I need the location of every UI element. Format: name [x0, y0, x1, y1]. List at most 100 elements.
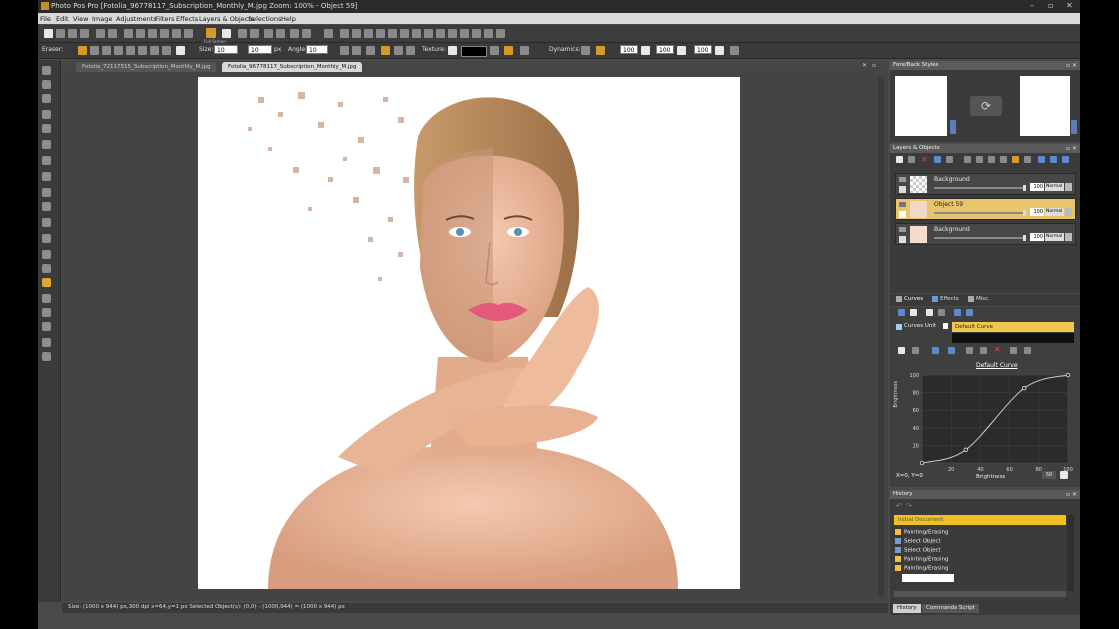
history-header-item[interactable]: Initial Document: [894, 515, 1066, 525]
tab-curves[interactable]: Curves: [904, 296, 923, 302]
duplicate-layer-icon[interactable]: [908, 156, 915, 163]
layer-lock-icon[interactable]: [899, 236, 906, 243]
brush-mode-icon[interactable]: [406, 46, 415, 55]
magnify-tool-icon[interactable]: [42, 352, 51, 361]
image-canvas[interactable]: [198, 77, 740, 589]
curve-tool-2-icon[interactable]: [912, 347, 919, 354]
curve-info-icon[interactable]: [948, 347, 955, 354]
history-vertical-scrollbar[interactable]: [1067, 515, 1074, 591]
brightness-icon[interactable]: [352, 29, 361, 38]
close-icon[interactable]: ✕: [1066, 1, 1073, 10]
brush-circle-icon[interactable]: [90, 46, 99, 55]
smudge-tool-icon[interactable]: [42, 308, 51, 317]
align-left-icon[interactable]: [340, 46, 349, 55]
pencil-mode-icon[interactable]: [381, 46, 390, 55]
layers-icon[interactable]: [324, 29, 333, 38]
pointer-tool-icon[interactable]: [42, 66, 51, 75]
swap-styles-icon[interactable]: ⟳: [970, 96, 1002, 116]
frame-icon[interactable]: [484, 29, 493, 38]
pencil-tool-icon[interactable]: [42, 294, 51, 303]
value-b-swatch[interactable]: [677, 46, 686, 55]
layer-props-icon[interactable]: [946, 156, 953, 163]
stamp-tool-icon[interactable]: [42, 250, 51, 259]
new-file-icon[interactable]: [44, 29, 53, 38]
history-current-item[interactable]: [902, 574, 954, 582]
group-icon[interactable]: [1000, 156, 1007, 163]
contrast-icon[interactable]: [412, 29, 421, 38]
fill-tool-icon[interactable]: [42, 188, 51, 197]
history-close-icon[interactable]: ▫ ✕: [1066, 490, 1077, 499]
value-a-input[interactable]: 100: [620, 45, 638, 54]
text-effect-icon[interactable]: [496, 29, 505, 38]
layer-lock-icon[interactable]: [899, 186, 906, 193]
curves-new-icon[interactable]: [898, 309, 905, 316]
invert-icon[interactable]: [448, 29, 457, 38]
auto-fix-icon[interactable]: [460, 29, 469, 38]
curves-delete-icon[interactable]: [938, 309, 945, 316]
zoom-in-icon[interactable]: [238, 29, 247, 38]
dynamics-icon[interactable]: [581, 46, 590, 55]
curve-invert-icon[interactable]: [966, 347, 973, 354]
line-icon[interactable]: [520, 46, 529, 55]
flip-icon[interactable]: [290, 29, 299, 38]
close-tab-icon[interactable]: ✕: [862, 62, 867, 69]
history-item[interactable]: Select Object: [895, 538, 941, 545]
hand-tool-icon[interactable]: [42, 80, 51, 89]
panel-close-icon[interactable]: ▫ ✕: [1066, 61, 1077, 70]
curve-channel-icon[interactable]: [932, 347, 939, 354]
tab-misc[interactable]: Misc.: [976, 296, 990, 302]
layer-opacity-slider[interactable]: [934, 185, 1026, 191]
layer-visibility-icon[interactable]: [899, 227, 906, 232]
curve-reset-icon[interactable]: [980, 347, 987, 354]
open-folder-icon[interactable]: [56, 29, 65, 38]
brush-tool-icon[interactable]: [42, 264, 51, 273]
maximize-icon[interactable]: ▫: [1048, 1, 1053, 10]
tab-effects[interactable]: Effects: [940, 296, 959, 302]
full-screen-button[interactable]: [206, 28, 216, 38]
history-item[interactable]: Painting/Erasing: [895, 556, 948, 563]
redo-icon[interactable]: [108, 29, 117, 38]
layer-row[interactable]: Background 100 Normal: [895, 223, 1076, 245]
rotate-left-icon[interactable]: [264, 29, 273, 38]
hue-icon[interactable]: [376, 29, 385, 38]
blend-dropdown-icon[interactable]: [1065, 233, 1072, 241]
mask-icon[interactable]: [976, 156, 983, 163]
magic-wand-tool-icon[interactable]: [42, 140, 51, 149]
cut-layer-icon[interactable]: [988, 156, 995, 163]
save-icon[interactable]: [68, 29, 77, 38]
layer-row[interactable]: Background 100 Normal: [895, 173, 1076, 195]
curve-graph[interactable]: 20406080100 20 40 60 80 100: [904, 371, 1076, 481]
align-center-icon[interactable]: [352, 46, 361, 55]
blur-icon[interactable]: [400, 29, 409, 38]
undo-icon[interactable]: [96, 29, 105, 38]
history-undo-icon[interactable]: ↶: [896, 502, 902, 510]
eraser-tool-icon[interactable]: [78, 46, 87, 55]
curve-tool-1-icon[interactable]: [898, 347, 905, 354]
transform-icon[interactable]: [184, 29, 193, 38]
tab-history[interactable]: History: [893, 604, 921, 613]
select-tool-icon[interactable]: [42, 110, 51, 119]
layer-visibility-icon[interactable]: [899, 202, 906, 207]
menu-layers-objects[interactable]: Layers & Objects: [199, 15, 254, 23]
paste-icon[interactable]: [148, 29, 157, 38]
layer-opacity[interactable]: 100: [1030, 208, 1044, 216]
value-a-swatch[interactable]: [641, 46, 650, 55]
layers-close-icon[interactable]: ▫ ✕: [1066, 144, 1077, 153]
sharpen-icon[interactable]: [388, 29, 397, 38]
crop-tool-icon[interactable]: [42, 156, 51, 165]
move-down-icon[interactable]: [1038, 156, 1045, 163]
size-input[interactable]: 10: [214, 45, 238, 54]
align-right-icon[interactable]: [366, 46, 375, 55]
background-style-options[interactable]: [1071, 120, 1077, 134]
menu-adjustments[interactable]: Adjustments: [116, 15, 157, 23]
curves-save-icon[interactable]: [926, 309, 933, 316]
resize-icon[interactable]: [302, 29, 311, 38]
eraser-tool-icon[interactable]: [42, 278, 51, 287]
minimize-icon[interactable]: –: [1030, 1, 1034, 10]
soft-mode-icon[interactable]: [394, 46, 403, 55]
texture-preview[interactable]: [461, 46, 487, 57]
menu-effects[interactable]: Effects: [176, 15, 198, 23]
layer-opacity-slider[interactable]: [934, 235, 1026, 241]
brush-triangle-icon[interactable]: [102, 46, 111, 55]
text-tool-icon[interactable]: [42, 202, 51, 211]
